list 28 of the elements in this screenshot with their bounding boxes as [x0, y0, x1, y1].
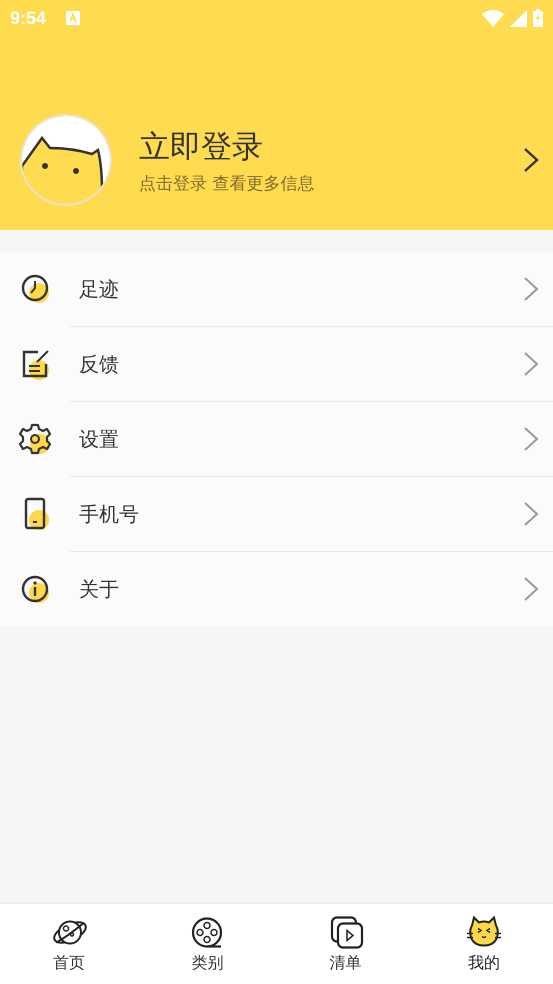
menu-label: 关于 [79, 576, 119, 602]
tab[interactable]: 首页 [0, 904, 138, 984]
menu-row[interactable]: 设置 [70, 401, 553, 476]
menu-row[interactable]: 足迹 [0, 252, 553, 326]
battery-icon [533, 9, 543, 27]
chevron-right-icon [523, 426, 539, 452]
chevron-right-icon [523, 576, 539, 602]
menu-label: 反馈 [79, 350, 119, 378]
chevron-right-icon [523, 276, 539, 302]
menu-label: 足迹 [79, 276, 119, 302]
tab[interactable]: 类别 [138, 904, 276, 984]
status-time: 9:54 [10, 8, 46, 28]
gear-icon [18, 421, 54, 457]
chevron-right-icon [523, 501, 539, 527]
tab[interactable]: 我的 [414, 904, 553, 984]
chevron-right-icon[interactable] [523, 147, 539, 173]
signal-icon [510, 10, 527, 26]
notification-icon [66, 11, 80, 25]
login-subtitle: 点击登录 查看更多信息 [139, 172, 314, 194]
menu-label: 设置 [79, 426, 119, 452]
menu-row[interactable]: 手机号 [70, 476, 553, 551]
chevron-right-icon [523, 351, 539, 377]
menu-row[interactable]: 反馈 [70, 326, 553, 401]
menu-label: 手机号 [79, 500, 139, 528]
login-title[interactable]: 立即登录 [139, 126, 314, 168]
menu-row[interactable]: 关于 [70, 551, 553, 626]
tab[interactable]: 清单 [276, 904, 415, 984]
wifi-icon [482, 10, 504, 26]
